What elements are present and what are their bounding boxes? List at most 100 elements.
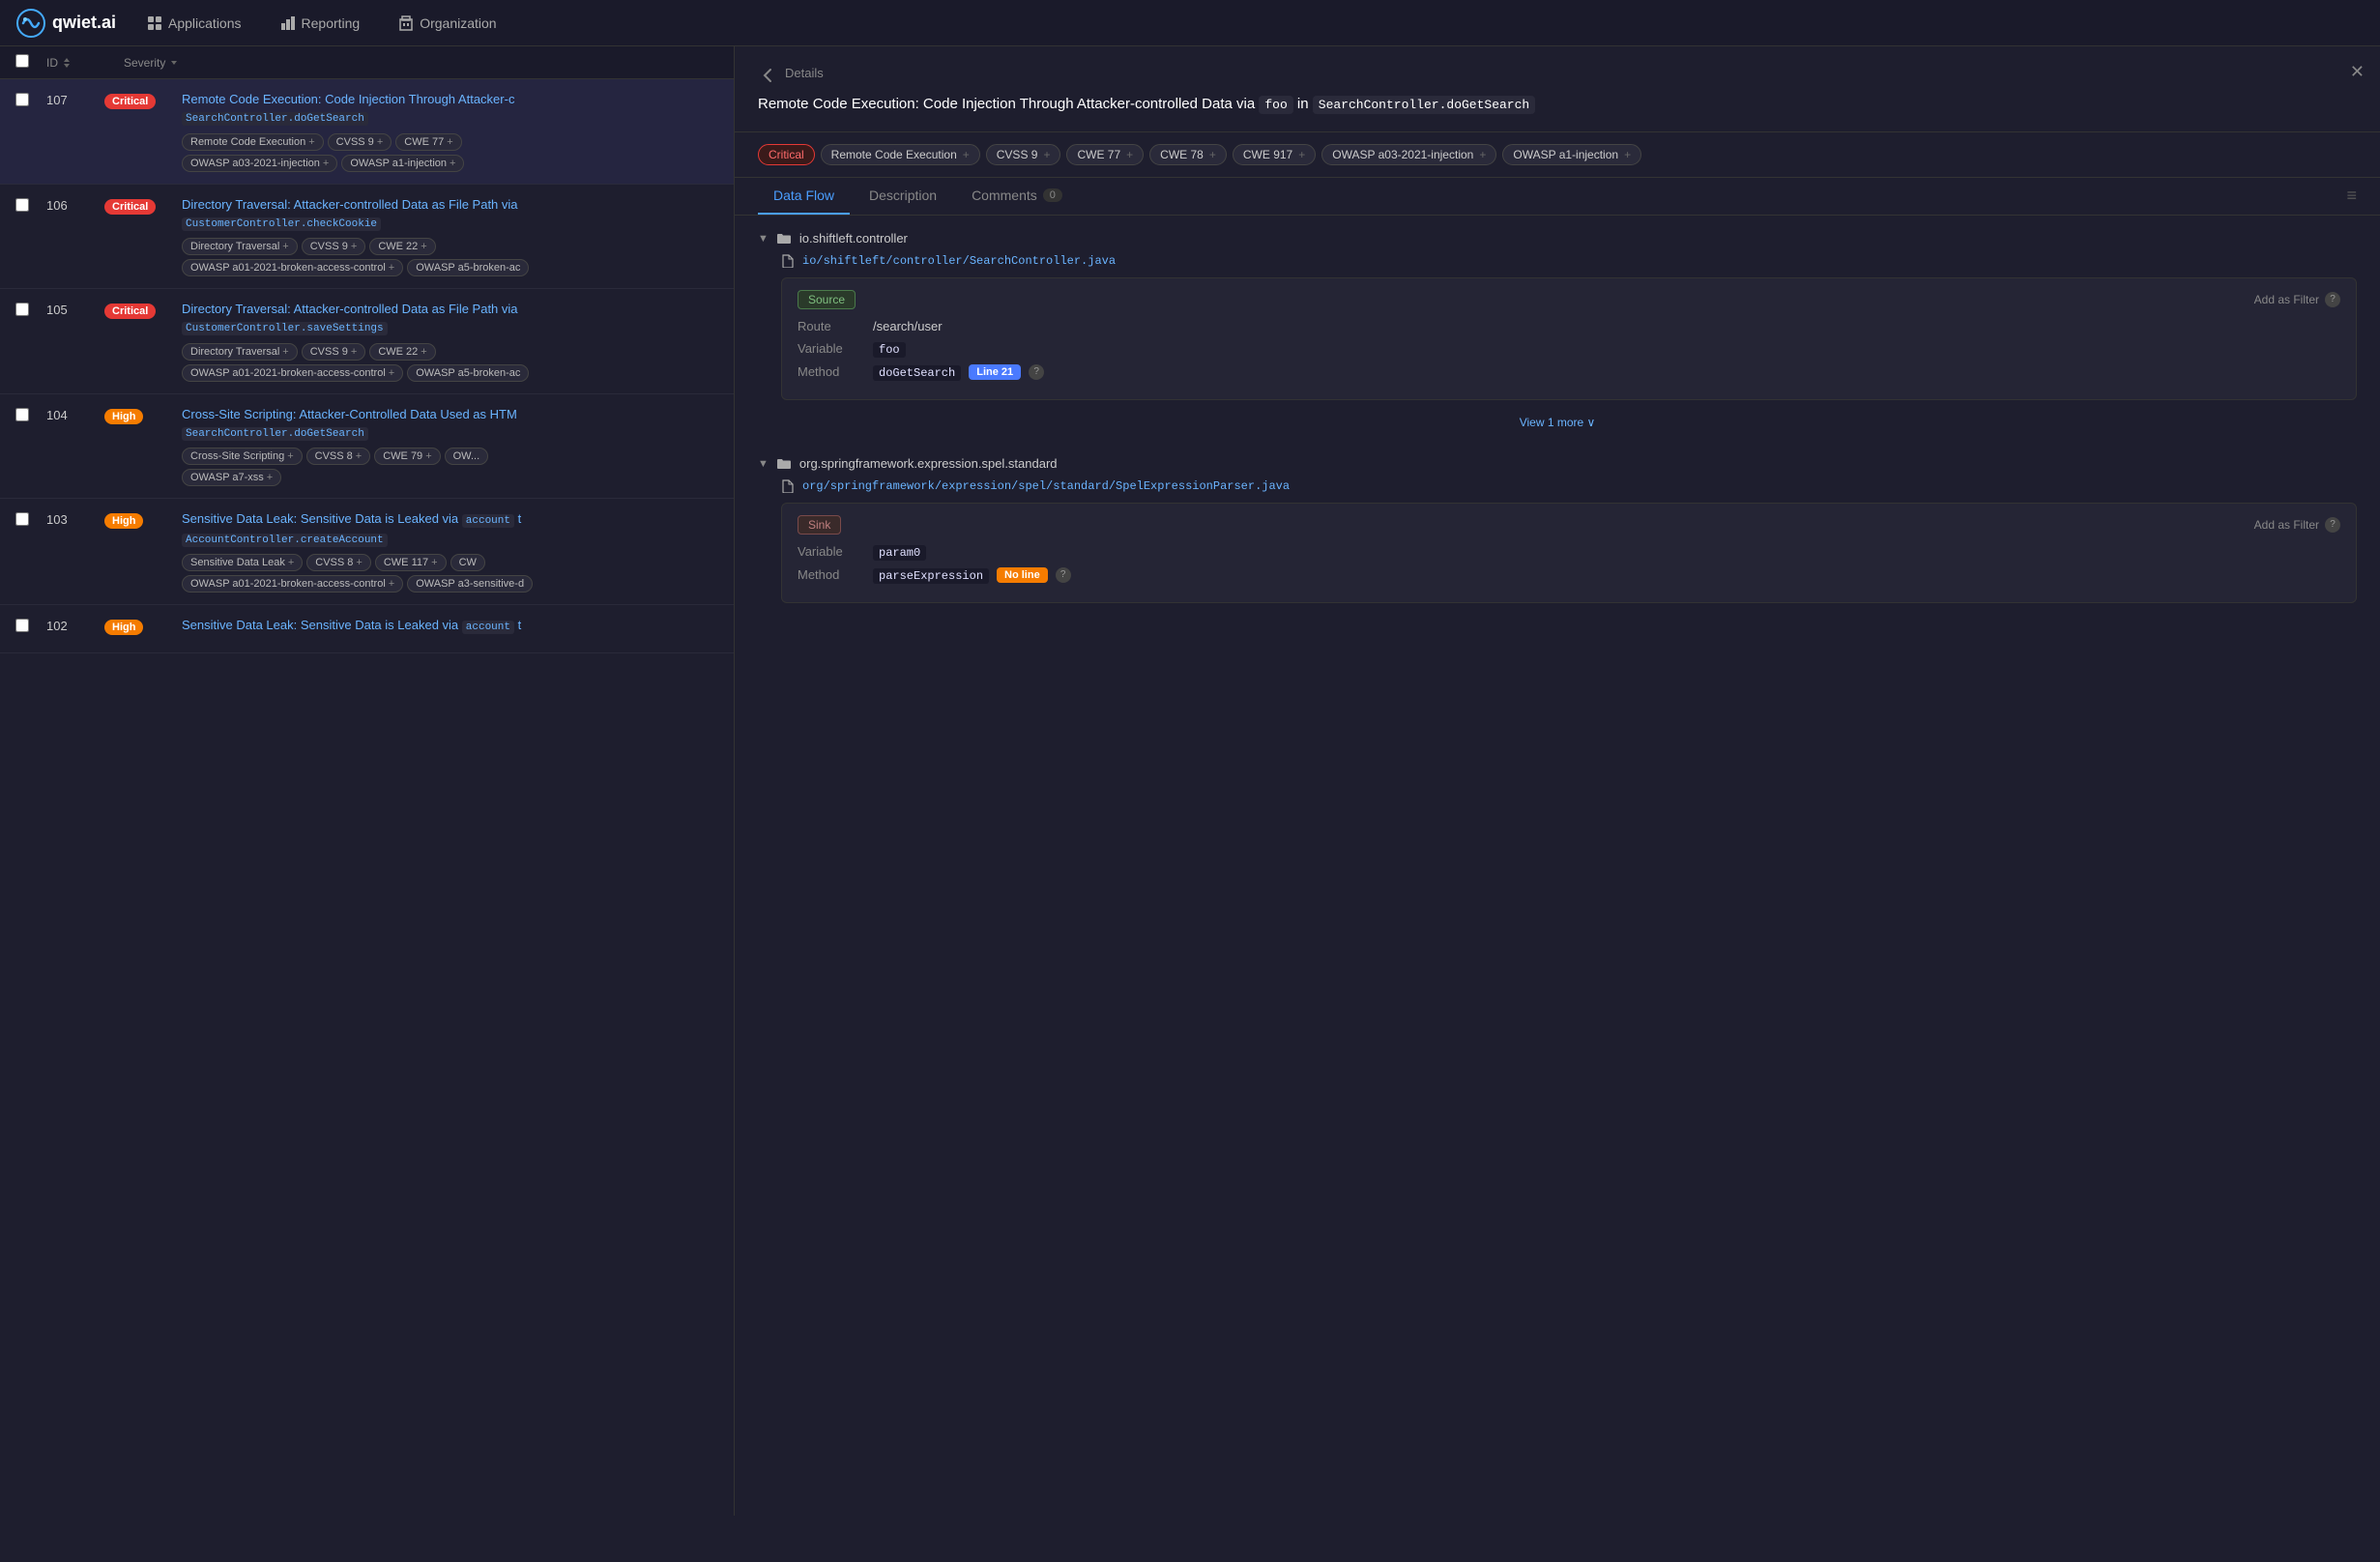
tag: CW [450,554,485,571]
tag: OWASP a5-broken-ac [407,364,529,382]
building-icon [398,15,414,31]
table-row[interactable]: 104 High Cross-Site Scripting: Attacker-… [0,394,734,500]
filter-chevron-icon [169,58,179,68]
severity-badge: Critical [104,199,156,215]
table-row[interactable]: 102 High Sensitive Data Leak: Sensitive … [0,605,734,653]
row-content: Cross-Site Scripting: Attacker-Controlle… [182,406,718,487]
view-more-button[interactable]: View 1 more ∨ [758,408,2357,437]
table-row[interactable]: 103 High Sensitive Data Leak: Sensitive … [0,499,734,605]
bar-chart-icon [280,15,296,31]
tag: Cross-Site Scripting + [182,448,303,465]
no-line-help-icon[interactable]: ? [1056,567,1071,583]
detail-panel: ✕ Details Remote Code Execution: Code In… [735,46,2380,1516]
row-content: Remote Code Execution: Code Injection Th… [182,91,718,172]
method-label-sink: Method [798,567,865,582]
row-severity: High [104,510,182,529]
detail-tags: Critical Remote Code Execution + CVSS 9 … [735,132,2380,178]
tab-description-label: Description [869,188,937,203]
header-id-col[interactable]: ID [46,56,124,70]
add-filter-label: Add as Filter [2254,293,2319,306]
help-icon-2[interactable]: ? [2325,517,2340,533]
detail-tag: OWASP a1-injection + [1502,144,1641,165]
table-row[interactable]: 107 Critical Remote Code Execution: Code… [0,79,734,185]
detail-tag: CWE 78 + [1149,144,1227,165]
add-filter-button-2[interactable]: Add as Filter ? [2254,517,2340,533]
header-checkbox-col [15,54,46,71]
vuln-code: SearchController.doGetSearch [182,427,368,441]
variable-value: foo [873,341,906,357]
row-severity: Critical [104,91,182,109]
folder-row-1[interactable]: ▼ io.shiftleft.controller [758,231,2357,246]
table-row[interactable]: 106 Critical Directory Traversal: Attack… [0,185,734,290]
vuln-title: Cross-Site Scripting: Attacker-Controlle… [182,406,718,443]
vuln-title: Sensitive Data Leak: Sensitive Data is L… [182,617,718,635]
tag: OWASP a5-broken-ac [407,259,529,276]
vuln-code: AccountController.createAccount [182,534,388,547]
back-button[interactable] [758,66,777,88]
row-content: Sensitive Data Leak: Sensitive Data is L… [182,617,718,641]
tag: OWASP a01-2021-broken-access-control + [182,364,403,382]
row-severity: High [104,406,182,424]
row-checkbox[interactable] [15,91,46,109]
vuln-title: Sensitive Data Leak: Sensitive Data is L… [182,510,718,548]
no-line-badge: No line [997,567,1048,583]
tag: OWASP a3-sensitive-d [407,575,533,593]
tab-comments[interactable]: Comments 0 [956,178,1078,215]
row-checkbox[interactable] [15,196,46,215]
chevron-down-icon: ▼ [758,458,769,470]
tag: CWE 22 + [369,238,435,255]
help-icon[interactable]: ? [2325,292,2340,307]
nav-applications[interactable]: Applications [139,12,249,35]
card-type-source: Source [798,290,856,309]
dataflow-section-2: ▼ org.springframework.expression.spel.st… [758,456,2357,603]
add-filter-button-1[interactable]: Add as Filter ? [2254,292,2340,307]
tag: OWASP a01-2021-broken-access-control + [182,575,403,593]
logo[interactable]: qwiet.ai [15,8,116,39]
tag: CWE 22 + [369,343,435,361]
file-icon [781,479,795,493]
chevron-down-icon: ▼ [758,233,769,245]
table-row[interactable]: 105 Critical Directory Traversal: Attack… [0,289,734,394]
file-name-1: io/shiftleft/controller/SearchController… [802,254,1116,268]
row-id: 106 [46,196,104,213]
row-id: 103 [46,510,104,527]
nav-organization[interactable]: Organization [391,12,504,35]
main-layout: ID Severity 107 Critical [0,46,2380,1516]
card-header: Sink Add as Filter ? [798,515,2340,535]
method-row-sink: Method parseExpression No line ? [798,567,2340,583]
row-checkbox[interactable] [15,510,46,529]
nav-reporting[interactable]: Reporting [273,12,368,35]
logo-text: qwiet.ai [52,13,116,33]
tab-data-flow[interactable]: Data Flow [758,178,850,215]
line-help-icon[interactable]: ? [1029,364,1044,380]
tag: CVSS 8 + [306,554,371,571]
variable-row-sink: Variable param0 [798,544,2340,560]
vuln-code: CustomerController.checkCookie [182,217,381,231]
tab-description[interactable]: Description [854,178,952,215]
detail-tag: CVSS 9 + [986,144,1061,165]
severity-badge: Critical [104,304,156,319]
card-type-sink: Sink [798,515,841,535]
file-row-2: org/springframework/expression/spel/stan… [781,479,2357,493]
row-checkbox[interactable] [15,617,46,635]
folder-row-2[interactable]: ▼ org.springframework.expression.spel.st… [758,456,2357,472]
sort-icon [62,57,72,69]
row-checkbox[interactable] [15,406,46,424]
vuln-title: Directory Traversal: Attacker-controlled… [182,301,718,337]
row-id: 102 [46,617,104,633]
select-all-checkbox[interactable] [15,54,29,68]
tag: OWASP a01-2021-broken-access-control + [182,259,403,276]
row-checkbox[interactable] [15,301,46,319]
line-badge: Line 21 [969,364,1021,380]
logo-icon [15,8,46,39]
vuln-tags-row2: OWASP a01-2021-broken-access-control + O… [182,575,718,593]
vuln-tags-row2: OWASP a01-2021-broken-access-control + O… [182,364,718,382]
tab-comments-label: Comments [972,188,1037,203]
file-icon [781,254,795,268]
header-severity-col[interactable]: Severity [124,56,240,70]
tab-menu-icon[interactable]: ≡ [2346,186,2357,206]
tag: CWE 79 + [374,448,440,465]
method-value-sink: parseExpression [873,567,989,583]
row-id: 107 [46,91,104,107]
close-button[interactable]: ✕ [2350,62,2365,82]
